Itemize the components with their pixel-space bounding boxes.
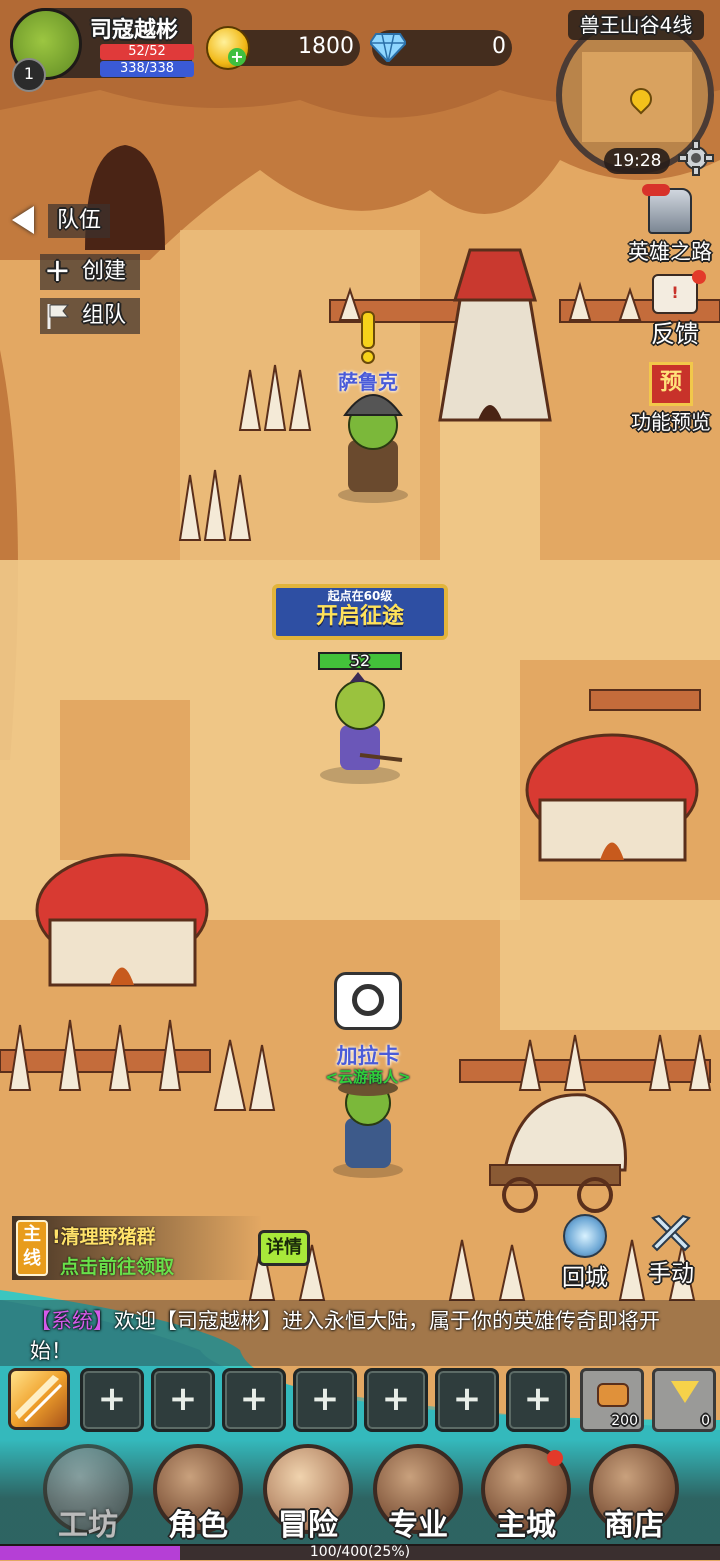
mp-bar: 338/338 xyxy=(100,61,194,77)
clock: 19:28 xyxy=(604,148,670,174)
skill-slot-empty[interactable]: + xyxy=(293,1368,357,1432)
chat-channel: 【系统】 xyxy=(30,1309,114,1333)
mp-text: 338/338 xyxy=(119,61,174,76)
item-slot-potion[interactable]: 0 xyxy=(652,1368,716,1432)
quest-detail-button[interactable]: 详情 xyxy=(258,1230,310,1266)
orc-hut xyxy=(35,853,209,987)
quest-hint: 点击前往领取 xyxy=(60,1256,175,1278)
group-team-button[interactable]: 组队 xyxy=(40,298,140,334)
hp-text: 52/52 xyxy=(128,44,166,59)
notification-dot xyxy=(547,1450,563,1466)
quest-type-badge: 主 线 xyxy=(16,1220,48,1276)
level-badge: 1 xyxy=(12,58,46,92)
slash-skill-icon xyxy=(11,1371,67,1427)
nav-shop[interactable]: 商店 xyxy=(586,1444,682,1544)
gold-display[interactable]: + 1800 xyxy=(206,26,360,70)
nav-main-city[interactable]: 主城 xyxy=(478,1444,574,1544)
diamond-icon xyxy=(368,32,408,64)
skill-slot-primary[interactable] xyxy=(8,1368,70,1430)
npc-name-saruk: 萨鲁克 xyxy=(338,370,398,394)
player-panel[interactable]: 1 司寇越彬 52/52 338/338 xyxy=(10,8,194,92)
hearthstone-icon xyxy=(563,1214,607,1258)
manual-mode-button[interactable]: 手动 xyxy=(638,1214,704,1288)
settings-gear-icon[interactable] xyxy=(678,140,714,176)
notification-dot xyxy=(692,270,706,284)
banner-line-2: 开启征途 xyxy=(315,604,404,629)
orc-hut xyxy=(525,733,699,862)
bottom-nav: 工坊 角色 冒险 专业 主城 商店 xyxy=(0,1440,720,1546)
npc-title-galaka: <云游商人> xyxy=(325,1068,411,1086)
anvil-icon xyxy=(352,984,384,1016)
crossed-swords-icon xyxy=(649,1214,693,1254)
quest-tracker[interactable]: 主 线 !清理野猪群 点击前往领取 xyxy=(12,1216,262,1280)
hero-road-button[interactable]: 英雄之路 xyxy=(622,184,718,264)
preview-icon: 预 xyxy=(649,362,693,406)
chat-message: 【系统】欢迎【司寇越彬】进入永恒大陆，属于你的英雄传奇即将开始！ xyxy=(30,1306,670,1366)
team-title[interactable]: 队伍 xyxy=(48,204,110,238)
diamond-amount: 0 xyxy=(492,34,506,59)
feedback-icon: ! xyxy=(652,270,706,314)
chat-text: 欢迎【司寇越彬】进入永恒大陆，属于你的英雄传奇即将开始！ xyxy=(30,1309,660,1363)
gold-add-icon[interactable]: + xyxy=(228,48,246,66)
skill-slot-empty[interactable]: + xyxy=(364,1368,428,1432)
skill-slot-empty[interactable]: + xyxy=(151,1368,215,1432)
feature-preview-button[interactable]: 预 功能预览 xyxy=(622,362,720,434)
feedback-button[interactable]: ! 反馈 xyxy=(632,270,718,348)
skill-slot-empty[interactable]: + xyxy=(435,1368,499,1432)
flag-icon xyxy=(46,302,72,329)
quest-name: !清理野猪群 xyxy=(52,1226,156,1248)
zone-name: 兽王山谷4线 xyxy=(568,10,704,40)
gold-amount: 1800 xyxy=(298,34,354,59)
skill-slot-empty[interactable]: + xyxy=(80,1368,144,1432)
expedition-banner[interactable]: 起点在60级 开启征途 xyxy=(272,584,448,640)
skill-slot-empty[interactable]: + xyxy=(222,1368,286,1432)
create-team-button[interactable]: + 创建 xyxy=(40,251,140,290)
exp-bar: 100/400(25%) xyxy=(0,1544,720,1560)
chat-panel[interactable]: 【系统】欢迎【司寇越彬】进入永恒大陆，属于你的英雄传奇即将开始！ xyxy=(0,1300,720,1366)
helmet-icon xyxy=(642,184,692,234)
plus-icon: + xyxy=(44,251,71,289)
nav-character[interactable]: 角色 xyxy=(150,1444,246,1544)
player-name: 司寇越彬 xyxy=(90,18,179,43)
skill-slot-empty[interactable]: + xyxy=(506,1368,570,1432)
nav-adventure[interactable]: 冒险 xyxy=(260,1444,356,1544)
hero-level-bar: 52 xyxy=(318,651,402,670)
nav-workshop[interactable]: 工坊 xyxy=(40,1444,136,1544)
nav-profession[interactable]: 专业 xyxy=(370,1444,466,1544)
diamond-display[interactable]: 0 xyxy=(368,30,512,66)
return-city-button[interactable]: 回城 xyxy=(552,1214,618,1292)
banner-line-1: 起点在60级 xyxy=(327,589,393,603)
quest-exclamation-icon[interactable] xyxy=(361,311,375,364)
cocktail-icon xyxy=(671,1381,699,1403)
bread-icon xyxy=(597,1383,629,1407)
item-slot-bread[interactable]: 200 xyxy=(580,1368,644,1432)
team-collapse-arrow-icon[interactable] xyxy=(12,206,34,234)
merchant-bubble[interactable] xyxy=(334,972,402,1030)
exp-text: 100/400(25%) xyxy=(309,1544,411,1560)
hp-bar: 52/52 xyxy=(100,44,194,60)
